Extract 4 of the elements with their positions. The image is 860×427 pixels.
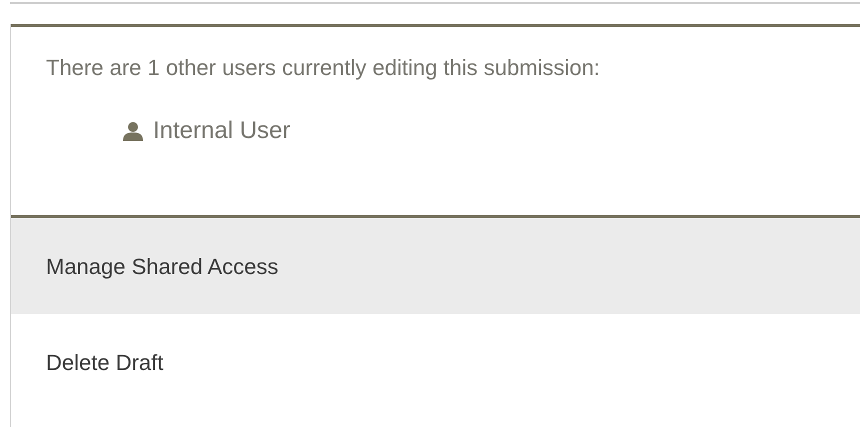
user-name: Internal User — [153, 116, 290, 146]
message-text: There are 1 other users currently editing this submission: — [46, 54, 601, 82]
menu-item[interactable]: Manage Shared Access — [11, 218, 860, 314]
user-icon — [123, 121, 143, 141]
